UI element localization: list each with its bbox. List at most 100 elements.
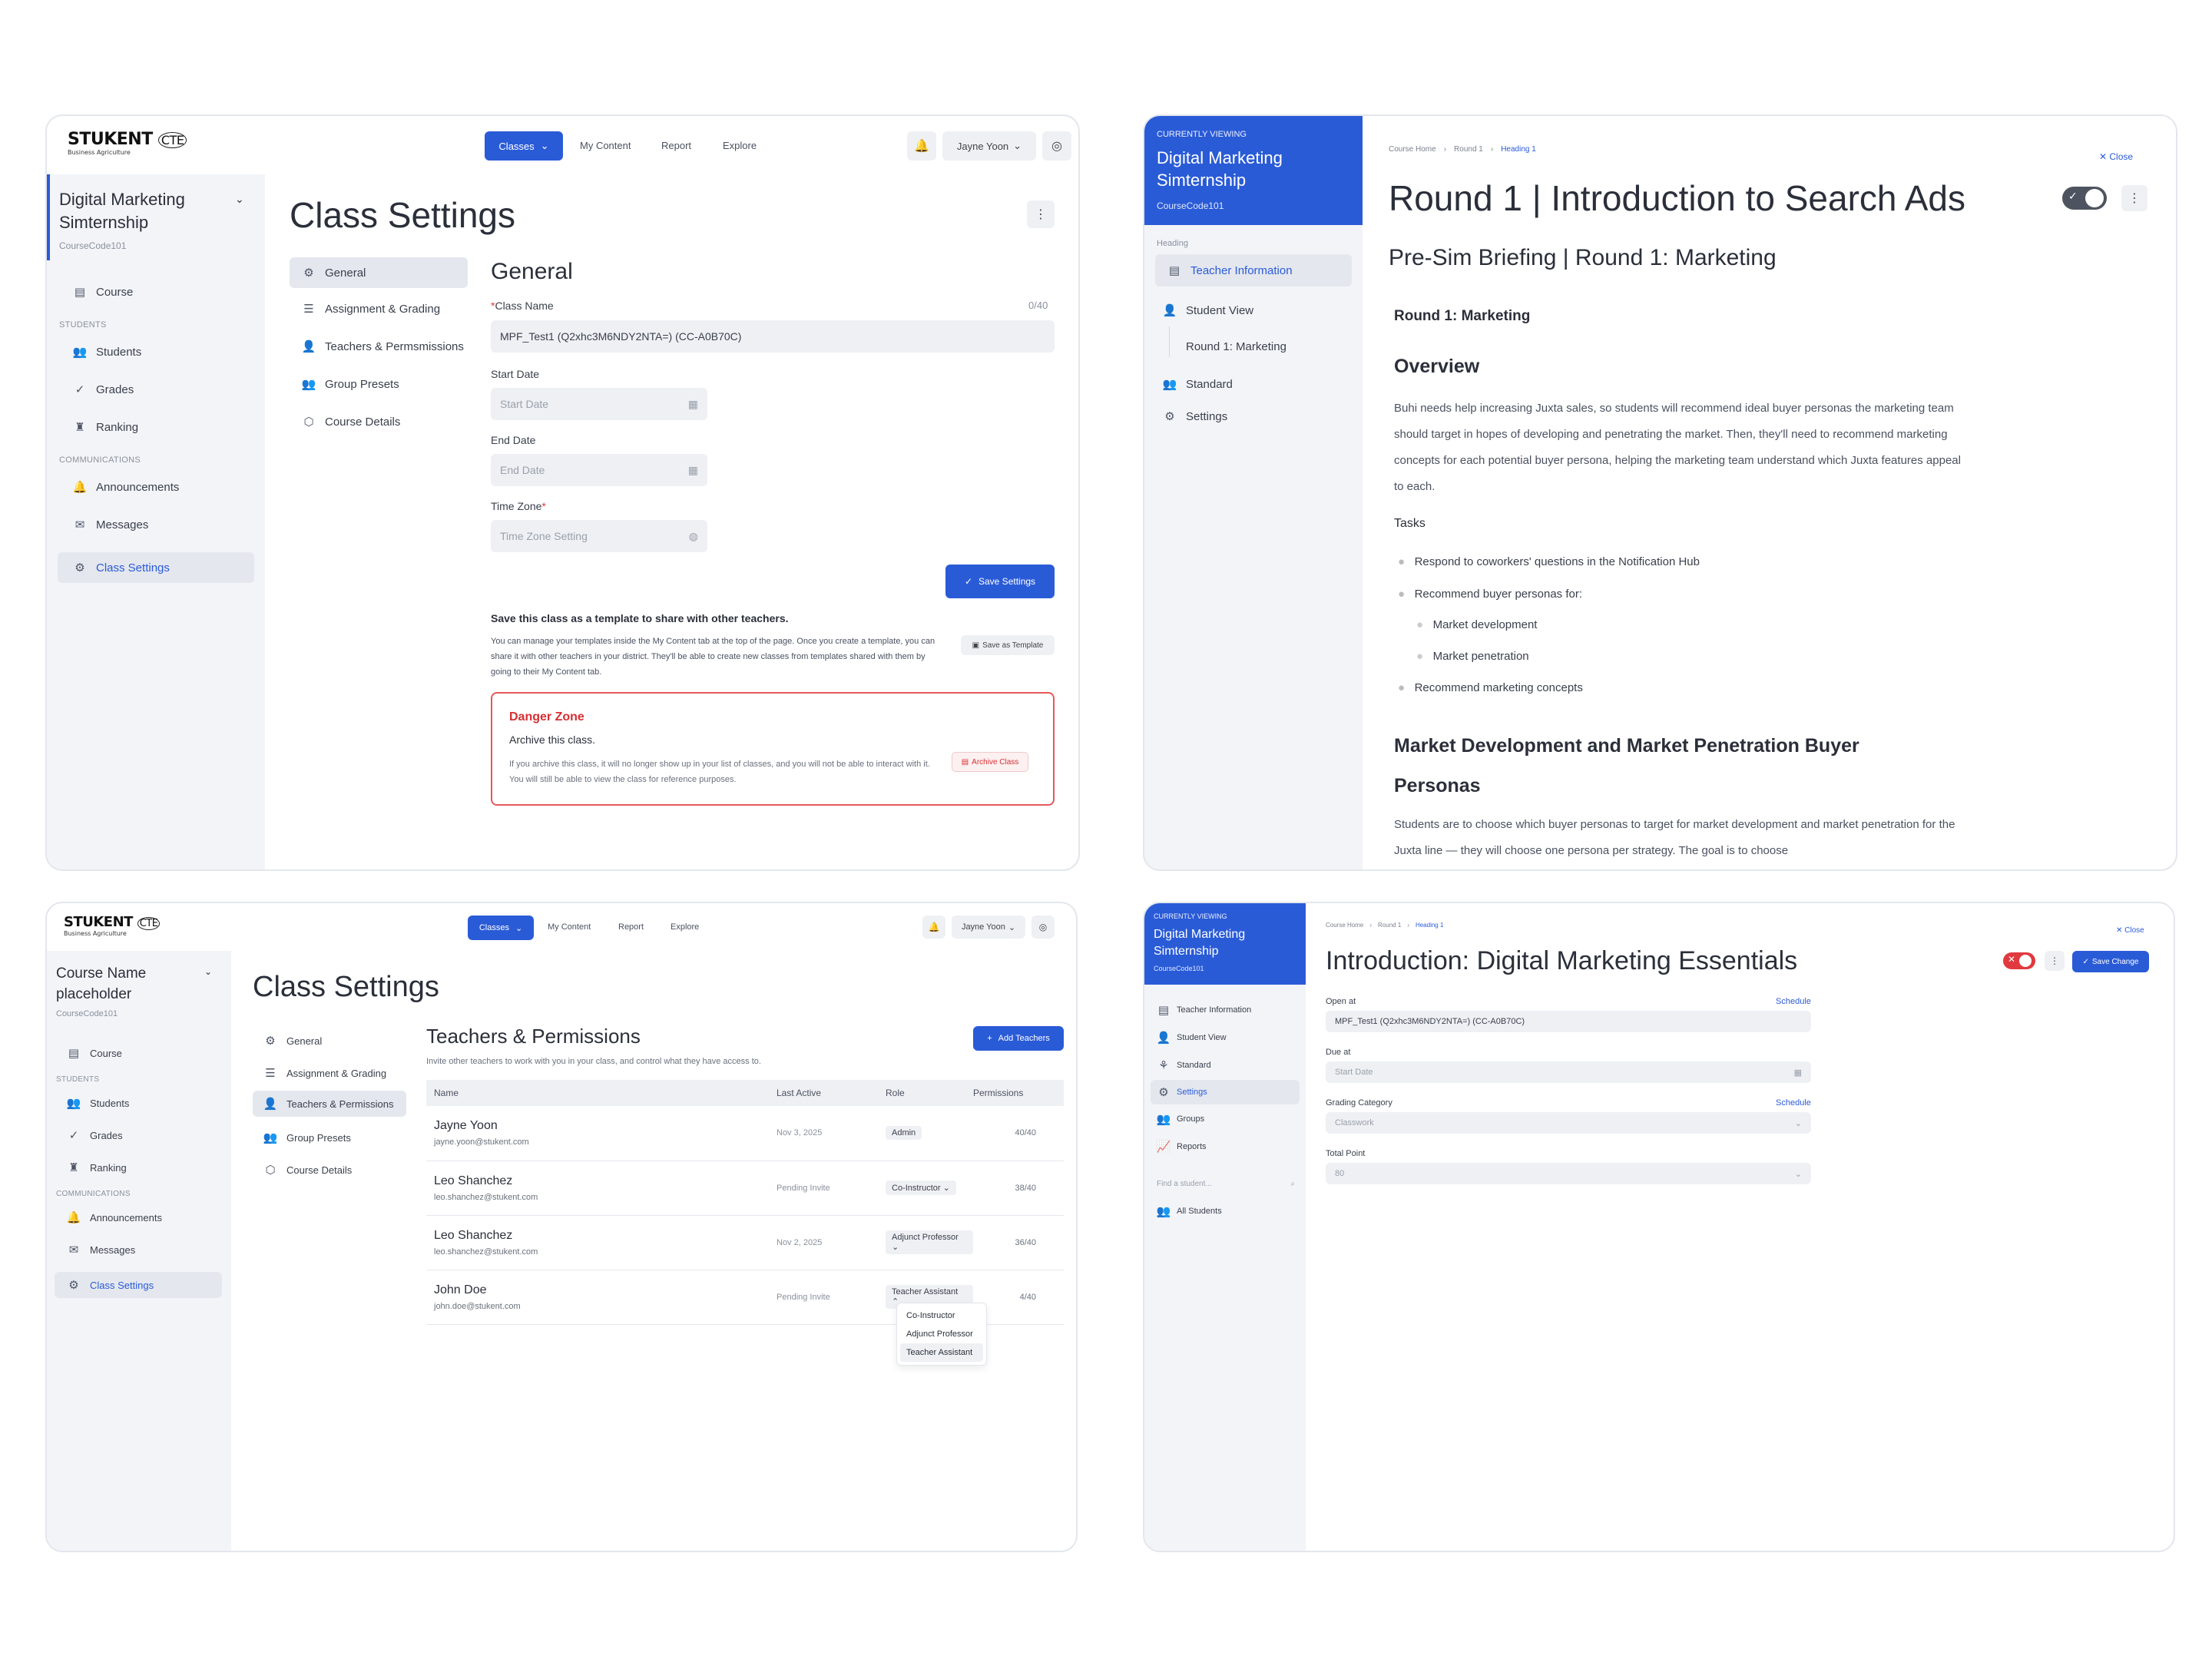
user-menu[interactable]: Jayne Yoon ⌄: [952, 916, 1025, 939]
nav-teacher-information[interactable]: ▤ Teacher Information: [1157, 1003, 1251, 1017]
due-at-input[interactable]: Start Date ▦: [1326, 1061, 1811, 1083]
nav-reports[interactable]: 📈 Reports: [1157, 1140, 1207, 1154]
save-settings-button[interactable]: ✓ Save Settings: [945, 565, 1055, 598]
crumb-course-home[interactable]: Course Home: [1389, 145, 1436, 154]
table-row[interactable]: Leo Shanchez leo.shanchez@stukent.com Pen…: [426, 1161, 1064, 1215]
dropdown-option-adjunct-professor[interactable]: Adjunct Professor: [900, 1325, 983, 1343]
crumb-heading-1[interactable]: Heading 1: [1416, 922, 1443, 929]
explore-link[interactable]: Explore: [723, 140, 757, 151]
settings-menu-course-details[interactable]: ⬡ Course Details: [263, 1163, 352, 1177]
nav-student-view[interactable]: 👤 Student View: [1157, 1031, 1227, 1045]
column-header-role[interactable]: Role: [886, 1080, 973, 1106]
grading-category-select[interactable]: Classwork ⌄: [1326, 1112, 1811, 1134]
role-select[interactable]: Co-Instructor ⌄: [886, 1181, 956, 1195]
settings-menu-course-details[interactable]: ⬡ Course Details: [302, 415, 400, 429]
crumb-round-1[interactable]: Round 1: [1378, 922, 1401, 929]
nav-settings[interactable]: ⚙ Settings: [1163, 409, 1227, 424]
sidebar-item-grades[interactable]: ✓ Grades: [73, 382, 134, 397]
sidebar-item-class-settings[interactable]: ⚙ Class Settings: [55, 1272, 222, 1298]
sidebar-item-class-settings[interactable]: ⚙ Class Settings: [58, 552, 254, 583]
crumb-course-home[interactable]: Course Home: [1326, 922, 1363, 929]
nav-all-students[interactable]: 👥 All Students: [1157, 1204, 1222, 1218]
nav-round-1-marketing[interactable]: Round 1: Marketing: [1186, 340, 1286, 353]
help-icon[interactable]: ◎: [1031, 916, 1055, 939]
course-title[interactable]: Digital Marketing Simternship: [59, 188, 228, 234]
total-point-select[interactable]: 80 ⌄: [1326, 1163, 1811, 1184]
classes-nav-button[interactable]: Classes ⌄: [485, 131, 563, 161]
help-icon[interactable]: ◎: [1042, 131, 1071, 161]
bell-icon[interactable]: 🔔: [922, 916, 945, 939]
schedule-link[interactable]: Schedule: [1776, 997, 1811, 1006]
settings-menu-group-presets[interactable]: 👥 Group Presets: [302, 377, 399, 392]
chevron-down-icon[interactable]: ⌄: [204, 966, 212, 977]
nav-student-view[interactable]: 👤 Student View: [1163, 303, 1253, 318]
sidebar-item-announcements[interactable]: 🔔 Announcements: [73, 480, 180, 495]
settings-menu-teachers[interactable]: 👤 Teachers & Permsmissions: [302, 339, 464, 354]
nav-standard[interactable]: 👥 Standard: [1163, 377, 1233, 392]
schedule-link[interactable]: Schedule: [1776, 1098, 1811, 1108]
explore-link[interactable]: Explore: [671, 922, 699, 932]
course-title[interactable]: Digital Marketing Simternship: [1154, 926, 1292, 960]
add-teachers-button[interactable]: + Add Teachers: [973, 1026, 1064, 1051]
table-row[interactable]: Leo Shanchez leo.shanchez@stukent.com Nov…: [426, 1215, 1064, 1270]
settings-menu-general[interactable]: ⚙ General: [263, 1034, 322, 1048]
close-button[interactable]: ✕ Close: [2116, 926, 2144, 935]
sidebar-item-ranking[interactable]: ♜ Ranking: [73, 420, 138, 435]
open-at-input[interactable]: MPF_Test1 (Q2xhc3M6NDY2NTA=) (CC-A0B70C): [1326, 1011, 1811, 1032]
sidebar-item-announcements[interactable]: 🔔 Announcements: [67, 1210, 162, 1224]
close-button[interactable]: ✕ Close: [2099, 151, 2133, 162]
role-select[interactable]: Adjunct Professor ⌄: [886, 1230, 973, 1254]
more-icon[interactable]: ⋮: [1027, 200, 1055, 228]
settings-menu-group-presets[interactable]: 👥 Group Presets: [263, 1131, 351, 1144]
sidebar-item-messages[interactable]: ✉ Messages: [73, 518, 149, 532]
my-content-link[interactable]: My Content: [548, 922, 591, 932]
report-link[interactable]: Report: [618, 922, 644, 932]
column-header-name[interactable]: Name: [426, 1080, 777, 1106]
start-date-input[interactable]: Start Date ▦: [491, 388, 707, 420]
student-search-input[interactable]: Find a student... ⌕: [1157, 1180, 1295, 1188]
permissions-count[interactable]: 38/40: [973, 1161, 1064, 1215]
nav-teacher-information[interactable]: ▤ Teacher Information: [1155, 254, 1352, 286]
permissions-count[interactable]: 40/40: [973, 1106, 1064, 1161]
course-title[interactable]: Digital Marketing Simternship: [1157, 147, 1326, 191]
settings-menu-assignment[interactable]: ☰ Assignment & Grading: [302, 302, 440, 316]
visibility-toggle[interactable]: ✕: [2003, 952, 2035, 969]
nav-settings[interactable]: ⚙ Settings: [1151, 1080, 1300, 1104]
more-icon[interactable]: ⋮: [2045, 951, 2065, 971]
dropdown-option-teacher-assistant[interactable]: Teacher Assistant: [900, 1343, 983, 1362]
save-change-button[interactable]: ✓ Save Change: [2072, 951, 2149, 972]
sidebar-item-course[interactable]: ▤ Course: [73, 285, 133, 300]
permissions-count[interactable]: 36/40: [973, 1215, 1064, 1270]
time-zone-input[interactable]: Time Zone Setting ◍: [491, 520, 707, 552]
report-link[interactable]: Report: [661, 140, 691, 151]
sidebar-item-students[interactable]: 👥 Students: [67, 1096, 130, 1110]
settings-menu-teachers[interactable]: 👤 Teachers & Permissions: [253, 1091, 406, 1117]
user-menu[interactable]: Jayne Yoon ⌄: [942, 131, 1036, 161]
sidebar-item-ranking[interactable]: ♜ Ranking: [67, 1161, 126, 1174]
save-as-template-button[interactable]: ▣ Save as Template: [961, 635, 1055, 655]
course-title[interactable]: Course Name placeholder: [56, 963, 194, 1005]
chevron-down-icon[interactable]: ⌄: [235, 193, 244, 206]
crumb-heading-1[interactable]: Heading 1: [1501, 145, 1536, 154]
class-name-input[interactable]: MPF_Test1 (Q2xhc3M6NDY2NTA=) (CC-A0B70C): [491, 320, 1055, 353]
settings-menu-general[interactable]: ⚙ General: [290, 257, 468, 288]
crumb-round-1[interactable]: Round 1: [1454, 145, 1483, 154]
nav-groups[interactable]: 👥 Groups: [1157, 1112, 1204, 1126]
sidebar-item-course[interactable]: ▤ Course: [67, 1046, 122, 1060]
archive-class-button[interactable]: ▤ Archive Class: [952, 752, 1028, 772]
classes-nav-button[interactable]: Classes ⌄: [468, 916, 534, 940]
sidebar-item-grades[interactable]: ✓ Grades: [67, 1128, 123, 1142]
dropdown-option-co-instructor[interactable]: Co-Instructor: [900, 1306, 983, 1325]
sidebar-item-students[interactable]: 👥 Students: [73, 345, 142, 359]
column-header-last-active[interactable]: Last Active: [777, 1080, 886, 1106]
bell-icon[interactable]: 🔔: [907, 131, 936, 161]
column-header-permissions[interactable]: Permissions: [973, 1080, 1064, 1106]
settings-menu-assignment[interactable]: ☰ Assignment & Grading: [263, 1066, 386, 1080]
end-date-input[interactable]: End Date ▦: [491, 454, 707, 486]
sidebar-item-messages[interactable]: ✉ Messages: [67, 1243, 136, 1257]
more-icon[interactable]: ⋮: [2121, 185, 2147, 211]
nav-standard[interactable]: ⚘ Standard: [1157, 1058, 1210, 1072]
table-row[interactable]: Jayne Yoon jayne.yoon@stukent.com Nov 3, …: [426, 1106, 1064, 1161]
visibility-toggle[interactable]: ✓: [2062, 187, 2107, 210]
my-content-link[interactable]: My Content: [580, 140, 631, 151]
